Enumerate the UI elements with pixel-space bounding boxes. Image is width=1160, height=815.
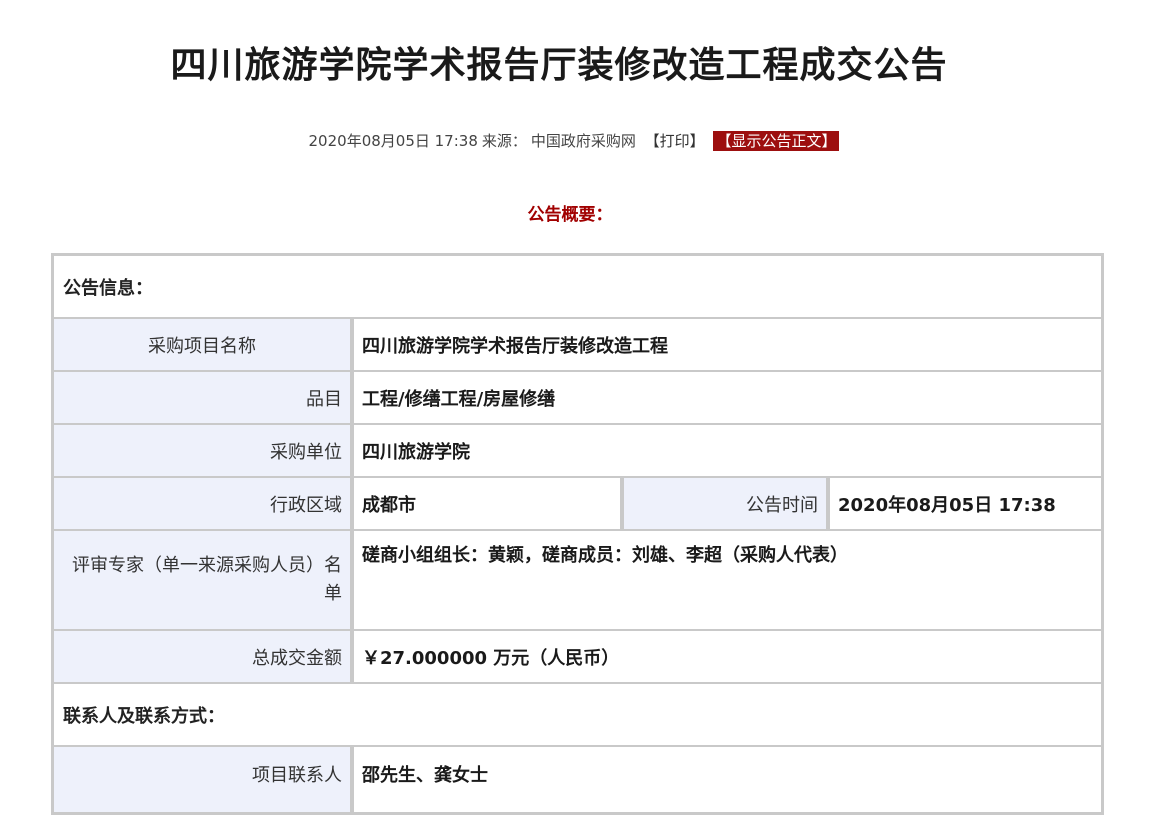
section-contact: 联系人及联系方式：	[53, 683, 1102, 746]
notice-meta: 2020年08月05日 17:38 来源： 中国政府采购网 【打印】 【显示公告正文…	[0, 130, 1148, 151]
purchaser-label: 采购单位	[53, 424, 353, 477]
experts-value: 磋商小组组长：黄颖，磋商成员：刘雄、李超（采购人代表）	[353, 530, 1102, 630]
purchaser-value: 四川旅游学院	[353, 424, 1102, 477]
source-label: 来源：	[481, 132, 527, 150]
category-value: 工程/修缮工程/房屋修缮	[353, 371, 1102, 424]
region-value: 成都市	[353, 477, 621, 530]
table-row: 评审专家（单一来源采购人员）名单 磋商小组组长：黄颖，磋商成员：刘雄、李超（采购…	[53, 530, 1102, 630]
summary-heading: 公告概要：	[527, 205, 613, 225]
source-link[interactable]: 中国政府采购网	[531, 132, 636, 150]
notice-time-value: 2020年08月05日 17:38	[829, 477, 1102, 530]
table-row: 品目 工程/修缮工程/房屋修缮	[53, 371, 1102, 424]
page-title: 四川旅游学院学术报告厅装修改造工程成交公告	[170, 45, 948, 86]
table-row: 总成交金额 ￥27.000000 万元（人民币）	[53, 630, 1102, 683]
total-amount-label: 总成交金额	[53, 630, 353, 683]
table-row: 采购单位 四川旅游学院	[53, 424, 1102, 477]
region-label: 行政区域	[53, 477, 353, 530]
project-name-value: 四川旅游学院学术报告厅装修改造工程	[353, 318, 1102, 371]
table-row: 行政区域 成都市 公告时间 2020年08月05日 17:38	[53, 477, 1102, 530]
publish-datetime: 2020年08月05日 17:38	[308, 132, 478, 150]
print-button[interactable]: 【打印】	[645, 132, 705, 150]
experts-label: 评审专家（单一来源采购人员）名单	[53, 530, 353, 630]
show-notice-button[interactable]: 【显示公告正文】	[713, 131, 840, 151]
project-contact-value: 邵先生、龚女士	[353, 746, 1102, 813]
total-amount-value: ￥27.000000 万元（人民币）	[353, 630, 1102, 683]
notice-time-label: 公告时间	[621, 477, 829, 530]
category-label: 品目	[53, 371, 353, 424]
project-name-label: 采购项目名称	[53, 318, 353, 371]
section-notice-info: 公告信息：	[53, 255, 1102, 318]
table-row: 采购项目名称 四川旅游学院学术报告厅装修改造工程	[53, 318, 1102, 371]
notice-info-table: 公告信息： 采购项目名称 四川旅游学院学术报告厅装修改造工程 品目 工程/修缮工…	[51, 253, 1104, 815]
project-contact-label: 项目联系人	[53, 746, 353, 813]
table-row: 项目联系人 邵先生、龚女士	[53, 746, 1102, 813]
